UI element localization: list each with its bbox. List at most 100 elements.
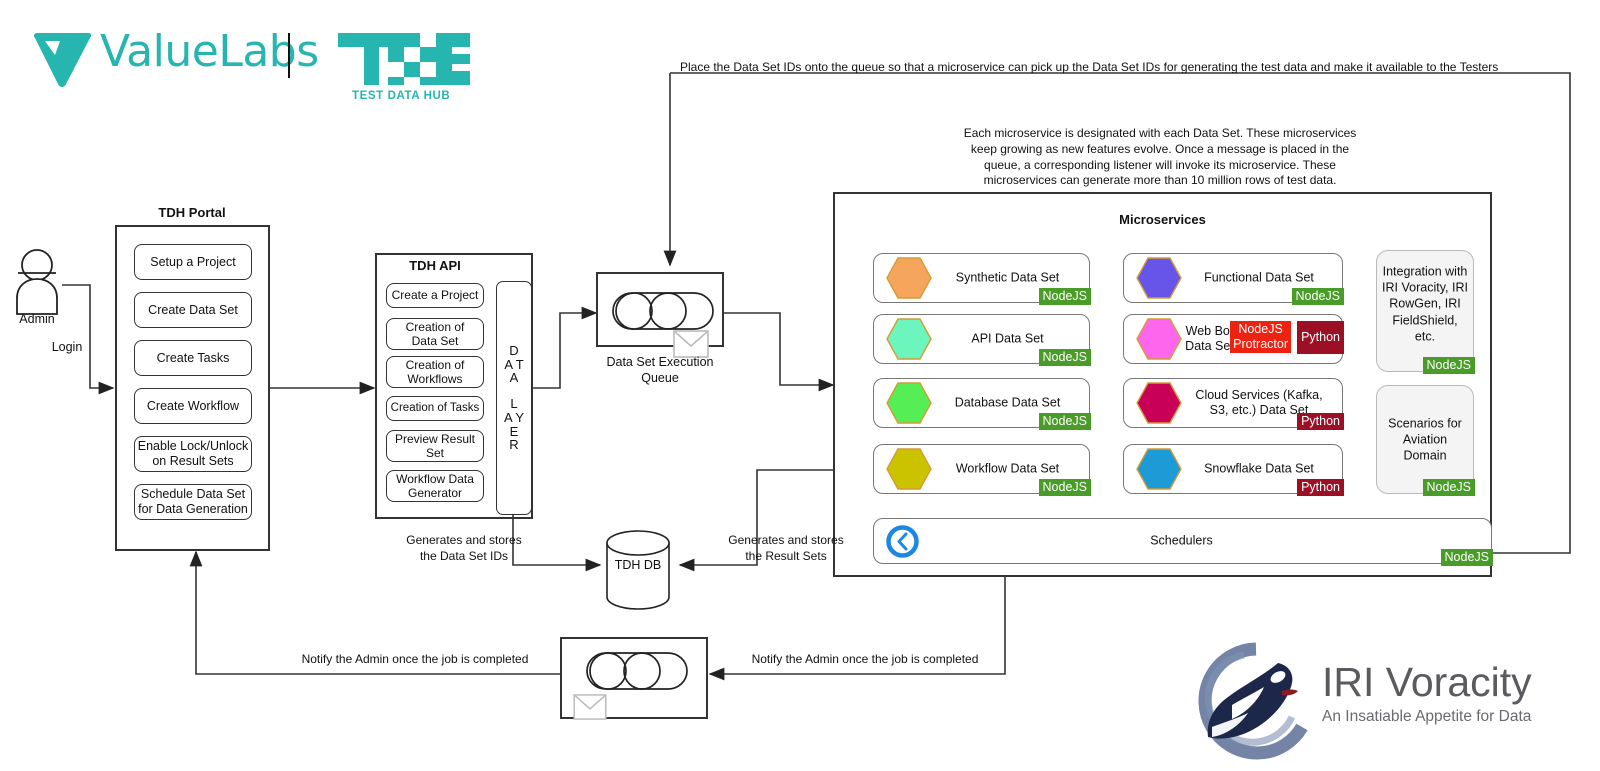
hexagon-icon (886, 382, 932, 424)
api-item-workflow-data-generator[interactable]: Workflow Data Generator (386, 470, 484, 502)
clock-icon (886, 525, 919, 558)
queue-cylinder-icon (586, 652, 688, 690)
tdh-logo-subtitle: TEST DATA HUB (352, 90, 451, 102)
annotation-store-data-set-ids: Generates and stores the Data Set IDs (406, 533, 522, 563)
microservice-database-data-set[interactable]: Database Data Set NodeJS (873, 378, 1091, 430)
microservice-label: Functional Data Set (1204, 270, 1314, 285)
portal-item-label: Create Tasks (156, 350, 230, 365)
diagram-canvas: ValueLabs TEST DATA HUB IRI Voracity An … (0, 0, 1600, 771)
iri-voracity-tagline: An Insatiable Appetite for Data (1322, 708, 1532, 725)
side-box-aviation-scenarios[interactable]: Scenarios for Aviation Domain NodeJS (1376, 385, 1475, 496)
tech-tag-python: Python (1297, 412, 1344, 430)
data-layer-line: E (509, 423, 519, 439)
side-box-label: Scenarios for Aviation Domain (1388, 416, 1462, 463)
annotation-microservices-note: Each microservice is designated with eac… (963, 126, 1357, 188)
portal-item-label: Schedule Data Set for Data Generation (138, 487, 248, 516)
data-layer-line: R (509, 437, 519, 453)
data-layer-line: L (510, 396, 518, 412)
api-item-label: Creation of Tasks (390, 401, 480, 414)
data-layer-letters: D A T A L A Y E R (497, 282, 531, 514)
portal-item-setup-a-project[interactable]: Setup a Project (134, 244, 252, 280)
microservice-label: Snowflake Data Set (1204, 461, 1314, 476)
data-layer-strip: D A T A L A Y E R (496, 281, 532, 515)
microservices-title: Microservices (1119, 212, 1206, 227)
portal-item-label: Setup a Project (150, 254, 236, 269)
valuelabs-logo-mark (33, 33, 92, 87)
api-item-create-a-project[interactable]: Create a Project (386, 283, 484, 308)
hexagon-icon (886, 448, 932, 490)
portal-item-label: Create Data Set (148, 302, 238, 317)
annotation-store-result-sets: Generates and stores the Result Sets (728, 533, 844, 563)
portal-item-create-workflow[interactable]: Create Workflow (134, 388, 252, 424)
database-label: TDH DB (614, 558, 662, 572)
api-item-creation-of-tasks[interactable]: Creation of Tasks (386, 396, 484, 421)
hexagon-icon (1136, 257, 1182, 299)
portal-item-create-data-set[interactable]: Create Data Set (134, 292, 252, 328)
api-item-creation-of-data-set[interactable]: Creation of Data Set (386, 318, 484, 350)
envelope-icon (573, 694, 607, 720)
microservice-label: Synthetic Data Set (955, 270, 1060, 285)
portal-item-enable-lock-unlock[interactable]: Enable Lock/Unlock on Result Sets (134, 436, 252, 472)
schedulers-label: Schedulers (1150, 533, 1213, 548)
data-layer-line: D (509, 342, 519, 358)
tech-tag-nodejs: NodeJS (1422, 356, 1475, 374)
hexagon-icon (1136, 382, 1182, 424)
microservice-label: Workflow Data Set (955, 461, 1060, 476)
tech-tag-nodejs: NodeJS (1422, 478, 1475, 496)
envelope-icon (673, 330, 709, 358)
hexagon-icon (1136, 318, 1182, 360)
valuelabs-logo-text: ValueLabs (100, 26, 319, 77)
login-label: Login (51, 340, 83, 354)
portal-item-create-tasks[interactable]: Create Tasks (134, 340, 252, 376)
tech-tag-nodejs: NodeJS (1440, 548, 1493, 566)
annotation-notify-right: Notify the Admin once the job is complet… (751, 652, 979, 666)
data-layer-line: A T (504, 356, 524, 372)
api-item-label: Preview Result Set (394, 431, 476, 460)
iri-voracity-logo-mark (1198, 642, 1308, 760)
portal-item-label: Enable Lock/Unlock on Result Sets (137, 439, 249, 468)
tech-tag-nodejs: NodeJS (1038, 287, 1091, 305)
text-caret (288, 33, 290, 78)
api-title: TDH API (409, 258, 461, 273)
microservice-web-bot-data-set[interactable]: Web Bot Data Set NodeJS Protractor Pytho… (1123, 314, 1344, 364)
microservice-snowflake-data-set[interactable]: Snowflake Data Set Python (1123, 444, 1344, 496)
iri-voracity-logo-text: IRI Voracity (1322, 659, 1532, 705)
tdh-logo-mark (338, 33, 470, 85)
portal-item-label: Create Workflow (146, 398, 240, 413)
microservice-cloud-services-data-set[interactable]: Cloud Services (Kafka, S3, etc.) Data Se… (1123, 378, 1344, 430)
queue-cylinder-icon (612, 292, 714, 330)
microservice-label: API Data Set (971, 331, 1044, 346)
side-box-label: Integration with IRI Voracity, IRI RowGe… (1382, 264, 1468, 344)
api-item-label: Creation of Data Set (405, 319, 465, 348)
api-item-label: Create a Project (391, 288, 479, 303)
portal-title: TDH Portal (158, 205, 226, 220)
data-layer-line: A (509, 370, 519, 386)
api-item-preview-result-set[interactable]: Preview Result Set (386, 430, 484, 462)
tech-tag-python: Python (1297, 478, 1344, 496)
data-layer-line: A Y (503, 409, 524, 425)
tech-tag-nodejs: NodeJS (1038, 478, 1091, 496)
microservice-synthetic-data-set[interactable]: Synthetic Data Set NodeJS (873, 253, 1091, 305)
tech-tag-nodejs: NodeJS (1038, 348, 1091, 366)
hexagon-icon (886, 257, 932, 299)
admin-actor-icon (16, 249, 58, 315)
microservice-functional-data-set[interactable]: Functional Data Set NodeJS (1123, 253, 1344, 305)
microservice-label: Web Bot Data Set (1185, 324, 1234, 353)
annotation-notify-left: Notify the Admin once the job is complet… (301, 652, 529, 666)
api-item-label: Workflow Data Generator (396, 471, 474, 500)
portal-item-schedule-data-set[interactable]: Schedule Data Set for Data Generation (134, 484, 252, 520)
microservice-api-data-set[interactable]: API Data Set NodeJS (873, 314, 1091, 366)
tech-tag-nodejs-protractor: NodeJS Protractor (1230, 321, 1291, 353)
api-item-label: Creation of Workflows (405, 357, 465, 386)
hexagon-icon (1136, 448, 1182, 490)
api-item-creation-of-workflows[interactable]: Creation of Workflows (386, 356, 484, 388)
tech-tag-nodejs: NodeJS (1291, 287, 1344, 305)
tech-tag-python: Python (1297, 321, 1344, 355)
tech-tag-nodejs: NodeJS (1038, 412, 1091, 430)
side-box-iri-integration[interactable]: Integration with IRI Voracity, IRI RowGe… (1376, 250, 1475, 374)
queue-label: Data Set Execution Queue (606, 355, 714, 385)
microservice-workflow-data-set[interactable]: Workflow Data Set NodeJS (873, 444, 1091, 496)
schedulers-row[interactable]: Schedulers NodeJS (873, 518, 1493, 566)
hexagon-icon (886, 318, 932, 360)
annotation-queue-note: Place the Data Set IDs onto the queue so… (680, 60, 1499, 74)
